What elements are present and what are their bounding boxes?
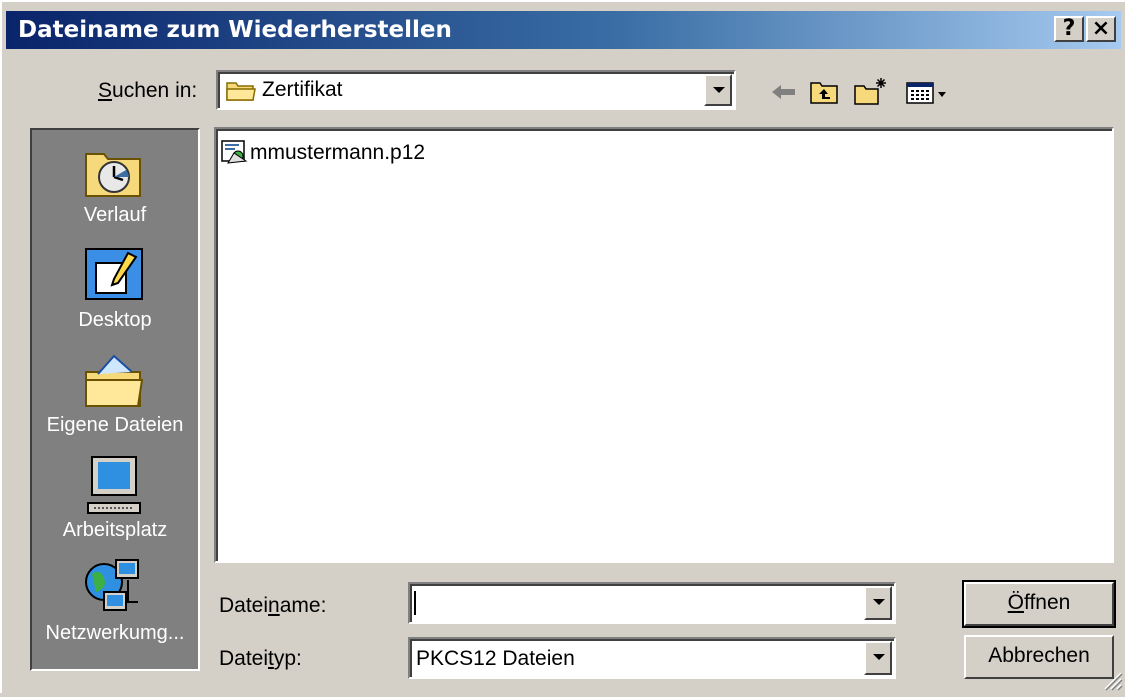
- filetype-value: PKCS12 Dateien: [416, 647, 575, 670]
- file-name: mmustermann.p12: [250, 141, 426, 164]
- places-label: Desktop: [78, 309, 152, 331]
- places-label: Verlauf: [83, 204, 147, 226]
- places-label: Eigene Dateien: [46, 414, 184, 436]
- file-list[interactable]: mmustermann.p12: [214, 127, 1114, 563]
- my-computer-icon: [82, 455, 146, 515]
- dialog-title: Dateiname zum Wiederherstellen: [18, 17, 452, 43]
- view-menu-icon[interactable]: [904, 76, 950, 108]
- new-folder-icon[interactable]: [852, 76, 886, 108]
- up-folder-icon[interactable]: [808, 76, 840, 108]
- cancel-button-label: Abbrechen: [988, 644, 1090, 667]
- title-bar[interactable]: Dateiname zum Wiederherstellen ? ×: [6, 11, 1121, 49]
- certificate-file-icon: [220, 139, 248, 165]
- places-label: Arbeitsplatz: [62, 519, 168, 541]
- my-documents-icon: [82, 350, 146, 410]
- lookin-value: Zertifikat: [262, 78, 343, 101]
- places-bar: Verlauf Desktop Eigene Dateien Arbeitspl…: [30, 128, 200, 671]
- lookin-combobox[interactable]: Zertifikat: [216, 70, 736, 110]
- back-arrow-icon[interactable]: [768, 76, 800, 108]
- network-icon: [82, 558, 146, 618]
- close-icon: ×: [1091, 16, 1111, 41]
- filename-input[interactable]: [408, 582, 896, 624]
- lookin-dropdown-button[interactable]: [704, 74, 732, 106]
- filetype-combobox[interactable]: PKCS12 Dateien: [408, 637, 896, 679]
- open-button-label: Öffnen: [1007, 591, 1071, 614]
- close-button[interactable]: ×: [1086, 16, 1116, 42]
- filetype-label: Dateityp:: [219, 647, 302, 670]
- resize-grip-icon[interactable]: [1101, 669, 1123, 691]
- cancel-button[interactable]: Abbrechen: [964, 635, 1114, 679]
- desktop-icon: [82, 245, 146, 305]
- help-icon: ?: [1062, 16, 1076, 41]
- text-cursor: [414, 591, 416, 615]
- filename-label: Dateiname:: [219, 594, 327, 617]
- filename-dropdown-button[interactable]: [864, 586, 892, 620]
- lookin-label: Suchen in:: [98, 79, 198, 102]
- places-label: Netzwerkumg...: [45, 622, 185, 644]
- filetype-dropdown-button[interactable]: [864, 641, 892, 675]
- open-button[interactable]: Öffnen: [962, 580, 1116, 628]
- file-open-dialog: Dateiname zum Wiederherstellen ? × Suche…: [0, 0, 1125, 693]
- folder-icon: [226, 78, 256, 102]
- help-button[interactable]: ?: [1054, 16, 1084, 42]
- history-icon: [82, 140, 146, 200]
